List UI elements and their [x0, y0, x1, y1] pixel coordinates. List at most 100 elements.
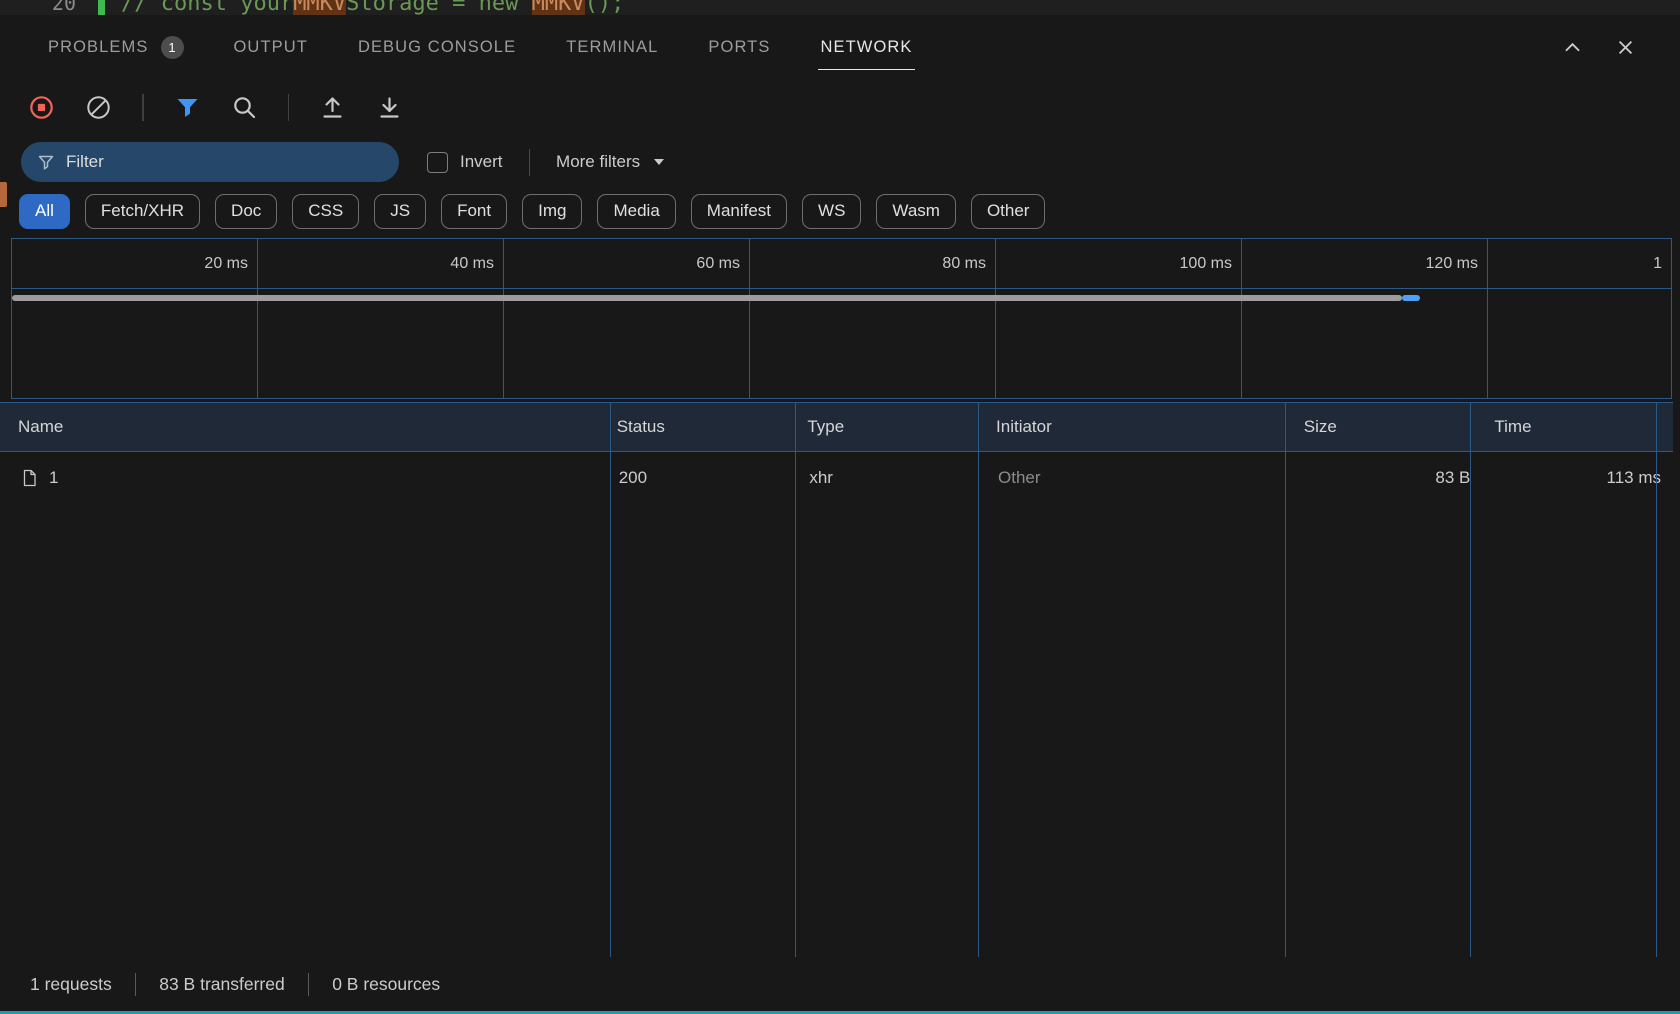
tab-terminal[interactable]: TERMINAL: [566, 15, 658, 80]
tab-label: PORTS: [708, 38, 770, 57]
document-icon: [20, 469, 38, 487]
chevron-up-icon: [1562, 37, 1583, 58]
circle-slash-icon: [85, 94, 112, 121]
tab-problems[interactable]: PROBLEMS 1: [48, 15, 184, 80]
column-header-time[interactable]: Time: [1481, 403, 1673, 451]
table-row[interactable]: 1 200 xhr Other 83 B 113 ms: [0, 452, 1673, 504]
close-panel-button[interactable]: [1615, 37, 1636, 58]
tab-label: NETWORK: [820, 38, 912, 57]
status-divider: [135, 973, 137, 996]
search-icon: [231, 94, 258, 121]
chip-css[interactable]: CSS: [292, 194, 359, 229]
close-icon: [1615, 37, 1636, 58]
tab-output[interactable]: OUTPUT: [234, 15, 308, 80]
resource-type-filter-bar: All Fetch/XHR Doc CSS JS Font Img Media …: [19, 193, 1045, 229]
chip-media[interactable]: Media: [597, 194, 675, 229]
chip-fetch-xhr[interactable]: Fetch/XHR: [85, 194, 200, 229]
left-edge-marker: [0, 182, 7, 207]
funnel-icon: [37, 153, 55, 171]
more-filters-dropdown[interactable]: More filters: [556, 152, 665, 172]
clear-network-log-button[interactable]: [85, 94, 112, 121]
tick-label: 1: [1488, 239, 1671, 288]
requests-count: 1 requests: [30, 974, 112, 995]
column-header-status[interactable]: Status: [604, 403, 795, 451]
column-divider: [610, 402, 611, 957]
filter-icon: [174, 94, 201, 121]
export-har-button[interactable]: [376, 94, 403, 121]
time-cell: 113 ms: [1482, 468, 1673, 488]
request-name: 1: [49, 468, 58, 488]
timeline-column: 80 ms: [750, 239, 996, 398]
filter-placeholder: Filter: [66, 152, 104, 172]
upload-icon: [319, 94, 346, 121]
panel-tab-bar: PROBLEMS 1 OUTPUT DEBUG CONSOLE TERMINAL…: [0, 15, 1680, 80]
table-header-row: Name Status Type Initiator Size Time: [0, 402, 1673, 452]
chip-js[interactable]: JS: [374, 194, 426, 229]
editor-strip: 20 // const yourMMKVStorage = new MMKV()…: [0, 0, 1680, 15]
tab-label: TERMINAL: [566, 38, 658, 57]
column-header-size[interactable]: Size: [1291, 403, 1482, 451]
column-divider: [978, 402, 979, 957]
comment-text: ();: [585, 0, 625, 15]
record-stop-icon: [28, 94, 55, 121]
record-stop-button[interactable]: [28, 94, 55, 121]
chip-other[interactable]: Other: [971, 194, 1046, 229]
timeline-column: 120 ms: [1242, 239, 1488, 398]
tick-label: 80 ms: [750, 239, 995, 288]
chip-all[interactable]: All: [19, 194, 70, 229]
tick-label: 40 ms: [258, 239, 503, 288]
initiator-cell: Other: [985, 468, 1293, 488]
tab-network[interactable]: NETWORK: [820, 15, 912, 80]
panel-actions: [1562, 15, 1636, 80]
invert-label[interactable]: Invert: [460, 152, 503, 172]
overview-bar-highlight: [1402, 295, 1420, 301]
tick-label: 20 ms: [12, 239, 257, 288]
chip-ws[interactable]: WS: [802, 194, 861, 229]
column-divider: [1470, 402, 1471, 957]
tick-label: 120 ms: [1242, 239, 1487, 288]
tick-label: 100 ms: [996, 239, 1241, 288]
chip-doc[interactable]: Doc: [215, 194, 277, 229]
initiator-value: Other: [998, 468, 1041, 488]
search-match-highlight: MMKV: [532, 0, 585, 15]
chip-manifest[interactable]: Manifest: [691, 194, 787, 229]
invert-checkbox[interactable]: [427, 152, 448, 173]
timeline-overview: 20 ms 40 ms 60 ms 80 ms 100 ms 120 ms 1: [11, 238, 1672, 399]
code-line: 20 // const yourMMKVStorage = new MMKV()…: [0, 0, 624, 15]
tab-label: DEBUG CONSOLE: [358, 38, 516, 57]
line-number: 20: [28, 0, 76, 15]
resources-size: 0 B resources: [332, 974, 440, 995]
status-cell: 200: [606, 468, 797, 488]
toolbar-divider: [142, 94, 144, 121]
search-network-button[interactable]: [231, 94, 258, 121]
network-toolbar: [0, 80, 1680, 134]
problems-count-badge: 1: [161, 36, 184, 59]
column-header-name[interactable]: Name: [0, 403, 604, 451]
table-right-border: [1656, 402, 1657, 957]
overview-bar: [12, 295, 1402, 301]
network-status-bar: 1 requests 83 B transferred 0 B resource…: [0, 957, 1680, 1011]
status-divider: [308, 973, 310, 996]
comment-text: // const your: [121, 0, 293, 15]
timeline-column: 1: [1488, 239, 1672, 398]
timeline-column: 100 ms: [996, 239, 1242, 398]
filter-toggle-button[interactable]: [174, 94, 201, 121]
chevron-down-icon: [653, 158, 665, 166]
tab-debug-console[interactable]: DEBUG CONSOLE: [358, 15, 516, 80]
name-cell: 1: [0, 468, 606, 488]
chip-img[interactable]: Img: [522, 194, 582, 229]
more-filters-label: More filters: [556, 152, 640, 172]
import-har-button[interactable]: [319, 94, 346, 121]
timeline-grid: 20 ms 40 ms 60 ms 80 ms 100 ms 120 ms 1: [12, 239, 1672, 398]
download-icon: [376, 94, 403, 121]
search-match-highlight: MMKV: [293, 0, 346, 15]
chip-font[interactable]: Font: [441, 194, 507, 229]
column-divider: [1285, 402, 1286, 957]
chip-wasm[interactable]: Wasm: [876, 194, 956, 229]
tab-ports[interactable]: PORTS: [708, 15, 770, 80]
collapse-panel-button[interactable]: [1562, 37, 1583, 58]
filter-input[interactable]: Filter: [21, 142, 399, 182]
column-header-initiator[interactable]: Initiator: [983, 403, 1291, 451]
column-divider: [795, 402, 796, 957]
column-header-type[interactable]: Type: [794, 403, 983, 451]
